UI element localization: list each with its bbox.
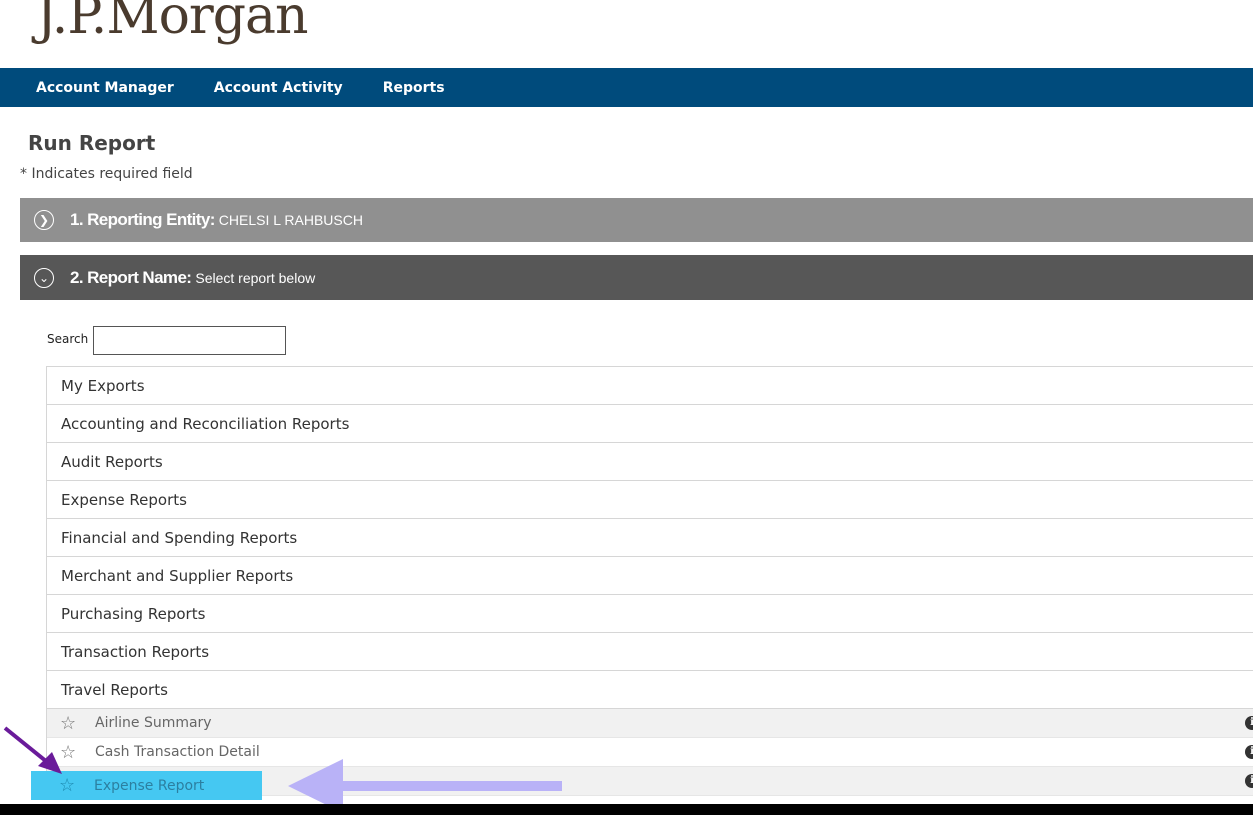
category-purchasing[interactable]: Purchasing Reports [47,595,1253,633]
bottom-bar [0,804,1253,815]
section-title: 2. Report Name: [70,267,192,287]
top-navigation: Account Manager Account Activity Reports [0,68,1253,107]
star-outline-icon[interactable]: ☆ [60,742,82,763]
category-travel[interactable]: Travel Reports [47,671,1253,709]
star-outline-icon[interactable]: ☆ [59,775,81,796]
search-label: Search [47,332,89,346]
info-icon[interactable]: i [1245,716,1253,730]
reporting-entity-value: CHELSI L RAHBUSCH [218,212,363,228]
chevron-right-circle-icon: ❯ [34,210,54,230]
section-reporting-entity[interactable]: ❯ 1. Reporting Entity: CHELSI L RAHBUSCH [20,198,1253,242]
chevron-down-circle-icon: ⌄ [34,267,54,288]
star-outline-icon[interactable]: ☆ [60,713,82,734]
page-title: Run Report [28,131,156,155]
search-input[interactable] [93,326,286,355]
category-financial-spending[interactable]: Financial and Spending Reports [47,519,1253,557]
report-name: Cash Transaction Detail [95,744,260,760]
section-report-name[interactable]: ⌄ 2. Report Name: Select report below [20,255,1253,300]
required-field-note: * Indicates required field [20,166,193,182]
report-name-hint: Select report below [195,269,316,286]
category-accounting-reconciliation[interactable]: Accounting and Reconciliation Reports [47,405,1253,443]
highlighted-expense-report[interactable]: ☆ Expense Report [46,771,262,800]
report-row-cash-transaction-detail[interactable]: ☆ Cash Transaction Detail i [47,738,1253,767]
section-title: 1. Reporting Entity: [70,210,215,229]
category-expense[interactable]: Expense Reports [47,481,1253,519]
nav-reports[interactable]: Reports [363,80,465,96]
category-audit[interactable]: Audit Reports [47,443,1253,481]
nav-account-activity[interactable]: Account Activity [194,80,363,96]
info-icon[interactable]: i [1245,774,1253,788]
nav-account-manager[interactable]: Account Manager [0,80,194,96]
category-my-exports[interactable]: My Exports [47,367,1253,405]
report-category-list: My Exports Accounting and Reconciliation… [46,366,1253,796]
annotation-arrow-shaft [3,726,54,768]
category-merchant-supplier[interactable]: Merchant and Supplier Reports [47,557,1253,595]
category-transaction[interactable]: Transaction Reports [47,633,1253,671]
report-row-airline-summary[interactable]: ☆ Airline Summary i [47,709,1253,738]
jpmorgan-logo: J.P.Morgan [36,0,309,46]
info-icon[interactable]: i [1245,745,1253,759]
report-name: Expense Report [94,777,205,794]
report-name: Airline Summary [95,715,212,731]
